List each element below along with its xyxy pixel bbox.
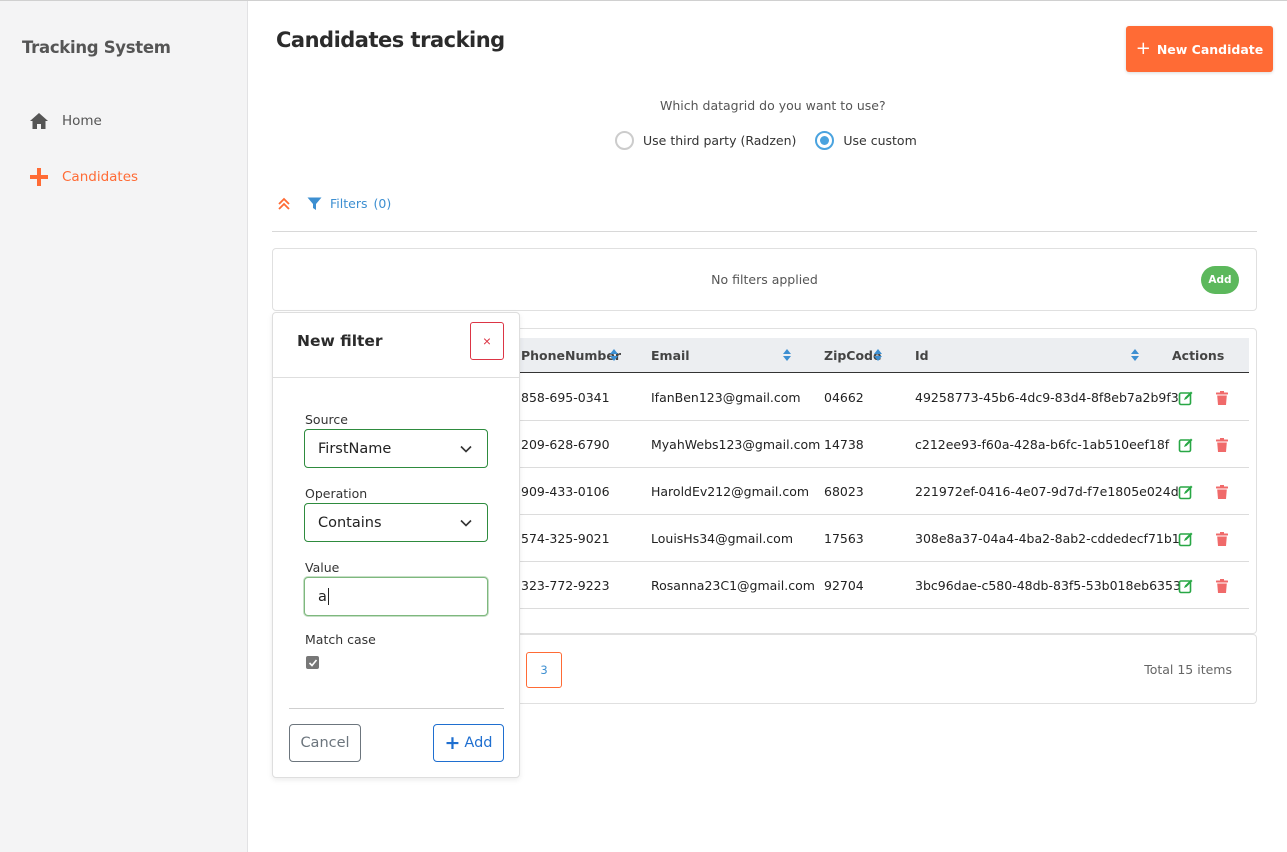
radio-third-party[interactable] [615, 131, 634, 150]
radio-custom[interactable] [815, 131, 835, 150]
value-label: Value [305, 560, 340, 575]
home-icon [28, 110, 50, 132]
divider [289, 708, 504, 709]
check-icon [308, 658, 317, 667]
delete-icon[interactable] [1214, 578, 1230, 594]
match-case-checkbox[interactable] [306, 656, 319, 669]
cell-phone: 323-772-9223 [521, 578, 610, 593]
cell-email: HaroldEv212@gmail.com [651, 484, 810, 499]
cell-email: IfanBen123@gmail.com [651, 390, 801, 405]
table-row: 858-695-0341 IfanBen123@gmail.com 04662 … [519, 374, 1249, 421]
new-candidate-button[interactable]: + New Candidate [1126, 26, 1273, 72]
delete-icon[interactable] [1214, 390, 1230, 406]
table-row: 209-628-6790 MyahWebs123@gmail.com 14738… [519, 421, 1249, 468]
cell-email: LouisHs34@gmail.com [651, 531, 794, 546]
cell-email: Rosanna23C1@gmail.com [651, 578, 815, 593]
table-row: 574-325-9021 LouisHs34@gmail.com 17563 3… [519, 515, 1249, 562]
applied-filters-panel: No filters applied Add [272, 248, 1257, 311]
sidebar-item-home[interactable]: Home [28, 110, 102, 132]
filters-bar: Filters (0) [277, 196, 391, 211]
delete-icon[interactable] [1214, 531, 1230, 547]
page-button[interactable]: 3 [526, 652, 562, 688]
close-button[interactable]: × [470, 322, 504, 360]
cell-zipcode: 17563 [824, 531, 864, 546]
radio-third-party-label[interactable]: Use third party (Radzen) [643, 133, 796, 148]
cell-id: c212ee93-f60a-428a-b6fc-1ab510eef18f [915, 437, 1170, 452]
operation-label: Operation [305, 486, 368, 501]
datagrid-question: Which datagrid do you want to use? [660, 98, 886, 113]
column-header-phone[interactable]: PhoneNumber [521, 348, 621, 363]
no-filters-text: No filters applied [711, 272, 818, 287]
table-header: PhoneNumber Email ZipCode Id Actions [519, 338, 1249, 373]
sort-icon[interactable] [1130, 348, 1140, 362]
cell-zipcode: 04662 [824, 390, 864, 405]
value-text: a [318, 588, 327, 605]
table-row: 323-772-9223 Rosanna23C1@gmail.com 92704… [519, 562, 1249, 609]
filter-icon[interactable] [307, 197, 323, 211]
column-header-actions: Actions [1172, 348, 1225, 363]
datagrid-radio-group: Use third party (Radzen) Use custom [615, 131, 917, 150]
cancel-button[interactable]: Cancel [289, 724, 361, 762]
collapse-chevrons-icon[interactable] [277, 197, 293, 211]
filters-count: (0) [373, 196, 392, 211]
edit-icon[interactable] [1178, 437, 1194, 453]
cell-phone: 858-695-0341 [521, 390, 610, 405]
plus-icon [28, 166, 50, 188]
plus-icon: + [1135, 38, 1151, 59]
edit-icon[interactable] [1178, 484, 1194, 500]
sidebar-item-label: Candidates [62, 169, 139, 185]
sort-icon[interactable] [782, 348, 792, 362]
cell-zipcode: 92704 [824, 578, 864, 593]
cell-zipcode: 14738 [824, 437, 864, 452]
plus-icon: + [444, 731, 461, 754]
divider [272, 231, 1257, 232]
popup-title: New filter [297, 332, 383, 350]
source-value: FirstName [318, 440, 392, 457]
text-cursor [327, 588, 329, 605]
sidebar-item-label: Home [62, 113, 102, 129]
cell-email: MyahWebs123@gmail.com [651, 437, 821, 452]
add-button-label: Add [464, 735, 493, 751]
delete-icon[interactable] [1214, 484, 1230, 500]
sort-icon[interactable] [873, 348, 883, 362]
source-select[interactable]: FirstName [304, 429, 488, 468]
operation-value: Contains [318, 514, 382, 531]
edit-icon[interactable] [1178, 578, 1194, 594]
radio-custom-label[interactable]: Use custom [843, 133, 916, 148]
sidebar-item-candidates[interactable]: Candidates [28, 166, 138, 188]
page-title: Candidates tracking [276, 28, 505, 52]
brand-title: Tracking System [22, 38, 171, 57]
table-row: 909-433-0106 HaroldEv212@gmail.com 68023… [519, 468, 1249, 515]
edit-icon[interactable] [1178, 390, 1194, 406]
operation-select[interactable]: Contains [304, 503, 488, 542]
chevron-down-icon [460, 519, 472, 527]
filters-label[interactable]: Filters [330, 196, 367, 211]
value-input[interactable]: a [304, 577, 488, 616]
cell-id: 49258773-45b6-4dc9-83d4-8f8eb7a2b9f3 [915, 390, 1179, 405]
cell-phone: 209-628-6790 [521, 437, 610, 452]
close-icon: × [482, 333, 492, 349]
total-items: Total 15 items [1144, 662, 1232, 677]
cell-zipcode: 68023 [824, 484, 864, 499]
sidebar: Tracking System Home Candidates [0, 1, 248, 852]
new-candidate-label: New Candidate [1156, 41, 1264, 57]
chevron-down-icon [460, 445, 472, 453]
add-filter-button[interactable]: Add [1201, 266, 1239, 294]
column-header-id[interactable]: Id [915, 348, 929, 363]
cell-phone: 574-325-9021 [521, 531, 610, 546]
column-header-email[interactable]: Email [651, 348, 690, 363]
edit-icon[interactable] [1178, 531, 1194, 547]
new-filter-popup: New filter × Source FirstName Operation … [272, 312, 520, 778]
sort-icon[interactable] [609, 348, 619, 362]
delete-icon[interactable] [1214, 437, 1230, 453]
cell-id: 3bc96dae-c580-48db-83f5-53b018eb6353 [915, 578, 1181, 593]
cell-phone: 909-433-0106 [521, 484, 610, 499]
divider [273, 377, 519, 378]
cell-id: 308e8a37-04a4-4ba2-8ab2-cddedecf71b1 [915, 531, 1180, 546]
cell-id: 221972ef-0416-4e07-9d7d-f7e1805e024d [915, 484, 1179, 499]
add-button[interactable]: + Add [433, 724, 504, 762]
match-case-label: Match case [305, 632, 376, 647]
source-label: Source [305, 412, 348, 427]
